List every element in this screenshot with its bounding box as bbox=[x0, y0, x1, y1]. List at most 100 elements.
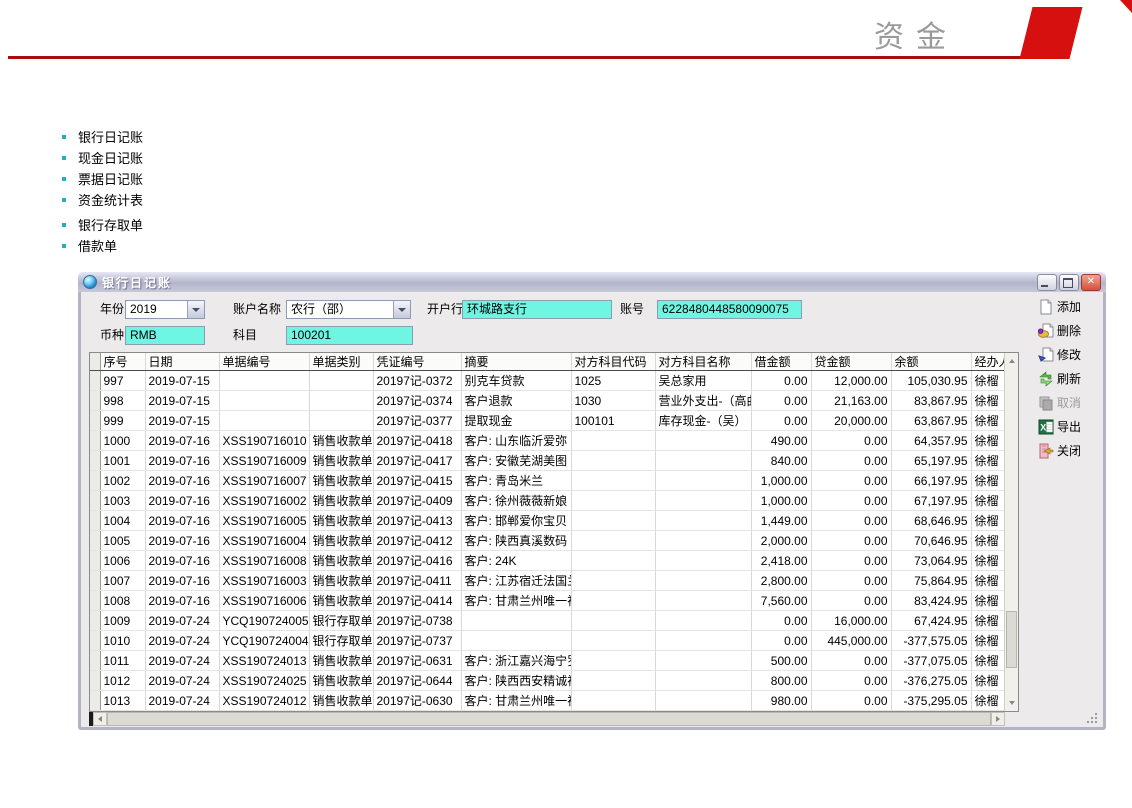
table-cell[interactable]: 徐榴 bbox=[971, 511, 1004, 531]
table-cell[interactable]: 980.00 bbox=[751, 691, 811, 711]
table-cell[interactable] bbox=[571, 471, 655, 491]
table-cell[interactable]: 490.00 bbox=[751, 431, 811, 451]
table-cell[interactable]: 445,000.00 bbox=[811, 631, 891, 651]
table-cell[interactable]: 客户: 甘肃兰州唯一视觉 bbox=[461, 691, 571, 711]
table-cell[interactable]: -376,275.05 bbox=[891, 671, 971, 691]
table-cell[interactable] bbox=[571, 631, 655, 651]
table-cell[interactable]: XSS190716006 bbox=[219, 591, 309, 611]
table-cell[interactable]: 客户: 江苏宿迁法国兰斐 bbox=[461, 571, 571, 591]
table-cell[interactable]: 0.00 bbox=[811, 551, 891, 571]
table-cell[interactable]: 20197记-0411 bbox=[373, 571, 461, 591]
table-cell[interactable] bbox=[219, 411, 309, 431]
table-cell[interactable] bbox=[655, 631, 751, 651]
table-cell[interactable]: 20197记-0377 bbox=[373, 411, 461, 431]
menu-item-bank-deposit-slip[interactable]: 银行存取单 bbox=[62, 214, 143, 235]
scroll-left-icon[interactable] bbox=[93, 712, 107, 726]
table-cell[interactable]: 2,000.00 bbox=[751, 531, 811, 551]
table-cell[interactable]: XSS190716005 bbox=[219, 511, 309, 531]
table-cell[interactable] bbox=[461, 611, 571, 631]
table-cell[interactable]: 2019-07-15 bbox=[145, 411, 219, 431]
table-cell[interactable]: 70,646.95 bbox=[891, 531, 971, 551]
table-cell[interactable]: 1009 bbox=[100, 611, 145, 631]
menu-item-cash-journal[interactable]: 现金日记账 bbox=[62, 147, 143, 168]
table-cell[interactable]: 997 bbox=[100, 371, 145, 391]
table-cell[interactable]: 徐榴 bbox=[971, 651, 1004, 671]
table-cell[interactable]: 0.00 bbox=[751, 411, 811, 431]
subject-field[interactable]: 100201 bbox=[286, 326, 413, 345]
table-cell[interactable]: 销售收款单 bbox=[309, 471, 373, 491]
table-cell[interactable] bbox=[655, 551, 751, 571]
table-cell[interactable]: 73,064.95 bbox=[891, 551, 971, 571]
table-cell[interactable]: 0.00 bbox=[811, 671, 891, 691]
horizontal-scrollbar[interactable] bbox=[89, 712, 1005, 726]
table-cell[interactable]: 银行存取单 bbox=[309, 631, 373, 651]
add-button[interactable]: 添加 bbox=[1038, 298, 1081, 315]
table-cell[interactable]: 20197记-0414 bbox=[373, 591, 461, 611]
table-cell[interactable]: 0.00 bbox=[811, 531, 891, 551]
table-cell[interactable]: XSS190716009 bbox=[219, 451, 309, 471]
cancel-button[interactable]: 取消 bbox=[1038, 394, 1081, 411]
menu-item-funds-statistics[interactable]: 资金统计表 bbox=[62, 189, 143, 210]
table-cell[interactable]: 销售收款单 bbox=[309, 671, 373, 691]
table-cell[interactable]: YCQ190724005 bbox=[219, 611, 309, 631]
table-cell[interactable] bbox=[571, 431, 655, 451]
table-cell[interactable]: 20197记-0738 bbox=[373, 611, 461, 631]
table-cell[interactable]: 64,357.95 bbox=[891, 431, 971, 451]
table-cell[interactable]: 徐榴 bbox=[971, 611, 1004, 631]
table-cell[interactable]: 0.00 bbox=[811, 511, 891, 531]
table-cell[interactable]: 83,424.95 bbox=[891, 591, 971, 611]
row-header[interactable] bbox=[90, 451, 100, 471]
table-cell[interactable]: 徐榴 bbox=[971, 671, 1004, 691]
table-cell[interactable]: 2019-07-16 bbox=[145, 591, 219, 611]
table-cell[interactable] bbox=[655, 451, 751, 471]
modify-button[interactable]: 修改 bbox=[1038, 346, 1081, 363]
table-cell[interactable] bbox=[655, 511, 751, 531]
table-row[interactable]: 10042019-07-16XSS190716005销售收款单20197记-04… bbox=[90, 511, 1004, 531]
table-cell[interactable] bbox=[219, 391, 309, 411]
horizontal-scroll-thumb[interactable] bbox=[107, 712, 991, 726]
table-row[interactable]: 10092019-07-24YCQ190724005银行存取单20197记-07… bbox=[90, 611, 1004, 631]
table-cell[interactable]: XSS190716002 bbox=[219, 491, 309, 511]
table-cell[interactable] bbox=[571, 551, 655, 571]
table-cell[interactable]: 销售收款单 bbox=[309, 531, 373, 551]
account-number-field[interactable]: 6228480448580090075 bbox=[657, 300, 802, 319]
table-cell[interactable]: 12,000.00 bbox=[811, 371, 891, 391]
table-cell[interactable]: XSS190724025 bbox=[219, 671, 309, 691]
table-cell[interactable] bbox=[655, 691, 751, 711]
table-row[interactable]: 9972019-07-1520197记-0372别克车贷款1025吴总家用0.0… bbox=[90, 371, 1004, 391]
row-header[interactable] bbox=[90, 671, 100, 691]
table-cell[interactable]: 销售收款单 bbox=[309, 571, 373, 591]
table-cell[interactable]: 销售收款单 bbox=[309, 491, 373, 511]
table-cell[interactable]: 0.00 bbox=[811, 451, 891, 471]
scroll-down-icon[interactable] bbox=[1005, 696, 1018, 710]
table-cell[interactable] bbox=[571, 451, 655, 471]
row-header[interactable] bbox=[90, 391, 100, 411]
table-cell[interactable]: 7,560.00 bbox=[751, 591, 811, 611]
table-cell[interactable]: 1,000.00 bbox=[751, 471, 811, 491]
account-name-select[interactable]: 农行（邵） bbox=[286, 300, 411, 319]
table-cell[interactable]: 20197记-0644 bbox=[373, 671, 461, 691]
bank-branch-field[interactable]: 环城路支行 bbox=[462, 300, 612, 319]
table-cell[interactable]: 1012 bbox=[100, 671, 145, 691]
maximize-button[interactable] bbox=[1059, 274, 1079, 291]
table-cell[interactable]: 100101 bbox=[571, 411, 655, 431]
table-cell[interactable]: 68,646.95 bbox=[891, 511, 971, 531]
table-cell[interactable]: 1010 bbox=[100, 631, 145, 651]
table-cell[interactable]: 1000 bbox=[100, 431, 145, 451]
table-cell[interactable]: 2019-07-16 bbox=[145, 431, 219, 451]
table-cell[interactable]: 银行存取单 bbox=[309, 611, 373, 631]
scroll-right-icon[interactable] bbox=[991, 712, 1005, 726]
table-cell[interactable]: XSS190716004 bbox=[219, 531, 309, 551]
table-cell[interactable]: 2019-07-15 bbox=[145, 391, 219, 411]
table-row[interactable]: 10032019-07-16XSS190716002销售收款单20197记-04… bbox=[90, 491, 1004, 511]
table-row[interactable]: 10002019-07-16XSS190716010销售收款单20197记-04… bbox=[90, 431, 1004, 451]
table-cell[interactable]: 徐榴 bbox=[971, 691, 1004, 711]
table-cell[interactable]: 营业外支出-（高曲 bbox=[655, 391, 751, 411]
table-cell[interactable]: 1005 bbox=[100, 531, 145, 551]
close-button[interactable] bbox=[1081, 274, 1101, 291]
table-cell[interactable]: 徐榴 bbox=[971, 411, 1004, 431]
chevron-down-icon[interactable] bbox=[393, 301, 410, 318]
table-cell[interactable]: 998 bbox=[100, 391, 145, 411]
row-header[interactable] bbox=[90, 551, 100, 571]
menu-item-bank-journal[interactable]: 银行日记账 bbox=[62, 126, 143, 147]
